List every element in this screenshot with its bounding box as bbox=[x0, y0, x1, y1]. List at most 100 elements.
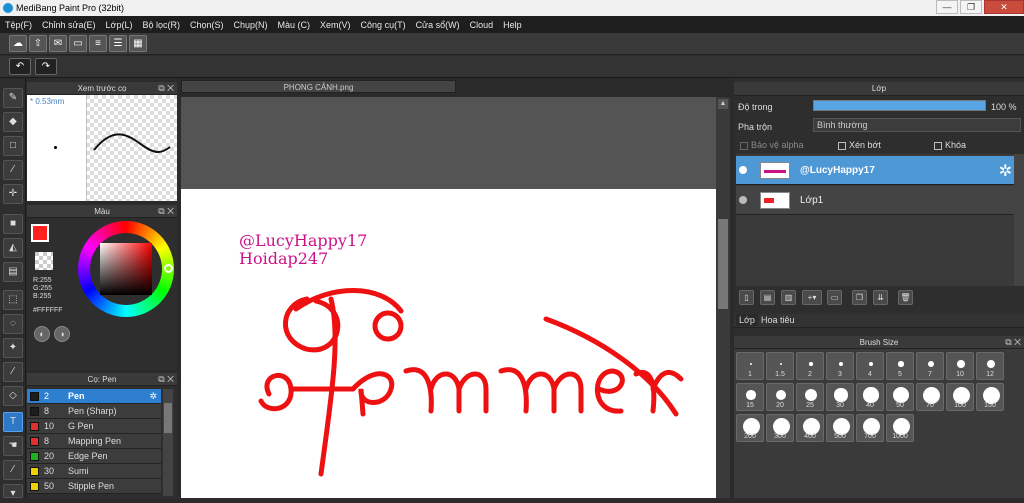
duplicate-layer-icon[interactable]: ❐ bbox=[852, 290, 867, 305]
blend-mode-select[interactable]: Bình thường bbox=[813, 118, 1021, 132]
menu-view[interactable]: Xem(V) bbox=[315, 20, 356, 30]
cloud-icon[interactable]: ☁ bbox=[9, 35, 27, 52]
gradient-tool-icon[interactable]: ▤ bbox=[3, 262, 23, 282]
panel-close-icon[interactable]: ⧉ ✕ bbox=[158, 205, 174, 218]
opacity-slider[interactable] bbox=[813, 100, 986, 111]
tab-layer[interactable]: Lớp bbox=[736, 314, 758, 326]
brush-size-button[interactable]: 12 bbox=[976, 352, 1004, 380]
delete-layer-icon[interactable]: 🗑 bbox=[898, 290, 913, 305]
brush-size-button[interactable]: 30 bbox=[826, 383, 854, 411]
brush-size-button[interactable]: 1 bbox=[736, 352, 764, 380]
brush-item[interactable]: 10 G Pen bbox=[27, 419, 161, 434]
select-eraser-tool-icon[interactable]: ◇ bbox=[3, 386, 23, 406]
brush-size-button[interactable]: 500 bbox=[826, 414, 854, 442]
visibility-eye-icon[interactable] bbox=[739, 196, 747, 204]
background-color-swatch[interactable] bbox=[35, 252, 53, 270]
redo-icon[interactable]: ↷ bbox=[35, 58, 57, 75]
brush-size-button[interactable]: 100 bbox=[946, 383, 974, 411]
brush-list-scrollbar[interactable] bbox=[163, 389, 173, 496]
new-8bit-layer-icon[interactable]: ▥ bbox=[781, 290, 796, 305]
comment-icon[interactable]: ✉ bbox=[49, 35, 67, 52]
minimize-button[interactable]: — bbox=[936, 0, 958, 14]
document-icon[interactable]: ≡ bbox=[89, 35, 107, 52]
lock-checkbox[interactable]: Khóa bbox=[934, 140, 966, 150]
brush-size-button[interactable]: 20 bbox=[766, 383, 794, 411]
eraser-tool-icon[interactable]: ◆ bbox=[3, 112, 23, 132]
clip-checkbox[interactable]: Xén bớt bbox=[838, 140, 881, 150]
eyedropper-tool-icon[interactable]: ⁄ bbox=[3, 460, 23, 480]
brush-size-button[interactable]: 300 bbox=[766, 414, 794, 442]
dot-brush-tool-icon[interactable]: ⁄ bbox=[3, 160, 23, 180]
lasso-tool-icon[interactable]: ◌ bbox=[3, 314, 23, 334]
select-tool-icon[interactable]: ⬚ bbox=[3, 290, 23, 310]
menu-select[interactable]: Chọn(S) bbox=[185, 20, 229, 30]
merge-layer-icon[interactable]: ⇊ bbox=[873, 290, 888, 305]
canvas-scrollbar[interactable]: ▲ bbox=[716, 97, 730, 498]
brush-size-button[interactable]: 5 bbox=[886, 352, 914, 380]
menu-file[interactable]: Tệp(F) bbox=[0, 20, 37, 30]
brush-size-button[interactable]: 2 bbox=[796, 352, 824, 380]
brush-size-button[interactable]: 15 bbox=[736, 383, 764, 411]
maximize-button[interactable]: ❐ bbox=[960, 0, 982, 14]
brush-size-button[interactable]: 50 bbox=[886, 383, 914, 411]
menu-edit[interactable]: Chỉnh sửa(E) bbox=[37, 20, 101, 30]
panel-close-icon[interactable]: ⧉ ✕ bbox=[158, 373, 174, 386]
brush-size-button[interactable]: 1000 bbox=[886, 414, 914, 442]
brush-size-button[interactable]: 700 bbox=[856, 414, 884, 442]
menu-window[interactable]: Cửa sổ(W) bbox=[411, 20, 465, 30]
more-tool-icon[interactable]: ▾ bbox=[3, 484, 23, 499]
folder-icon[interactable]: ▭ bbox=[827, 290, 842, 305]
menu-layer[interactable]: Lớp(L) bbox=[101, 20, 138, 30]
hue-marker[interactable] bbox=[164, 264, 173, 273]
tab-navigator[interactable]: Hoa tiêu bbox=[758, 314, 798, 326]
brush-size-button[interactable]: 25 bbox=[796, 383, 824, 411]
menu-capture[interactable]: Chụp(N) bbox=[229, 20, 273, 30]
foreground-color-swatch[interactable] bbox=[31, 224, 49, 242]
hand-tool-icon[interactable]: ☚ bbox=[3, 436, 23, 456]
fill-rect-tool-icon[interactable]: ■ bbox=[3, 214, 23, 234]
panel-close-icon[interactable]: ⧉ ✕ bbox=[1005, 336, 1021, 349]
brush-size-button[interactable]: 40 bbox=[856, 383, 884, 411]
layer-list-scrollbar[interactable] bbox=[1014, 154, 1024, 286]
brush-size-button[interactable]: 4 bbox=[856, 352, 884, 380]
new-halftone-layer-icon[interactable]: ▤ bbox=[760, 290, 775, 305]
close-button[interactable]: ✕ bbox=[984, 0, 1024, 14]
hue-wheel[interactable] bbox=[78, 221, 174, 317]
list-icon[interactable]: ☰ bbox=[109, 35, 127, 52]
page-icon[interactable]: ▭ bbox=[69, 35, 87, 52]
undo-icon[interactable]: ↶ bbox=[9, 58, 31, 75]
menu-color[interactable]: Màu (C) bbox=[273, 20, 316, 30]
palette-icon[interactable]: ◐ bbox=[34, 326, 50, 342]
panel-close-icon[interactable]: ⧉ ✕ bbox=[158, 82, 174, 95]
brush-item[interactable]: 8 Pen (Sharp) bbox=[27, 404, 161, 419]
brush-item[interactable]: 50 Stipple Pen bbox=[27, 479, 161, 494]
move-tool-icon[interactable]: ✛ bbox=[3, 184, 23, 204]
brush-size-button[interactable]: 3 bbox=[826, 352, 854, 380]
upload-icon[interactable]: ⇧ bbox=[29, 35, 47, 52]
add-layer-menu-icon[interactable]: +▾ bbox=[802, 290, 822, 305]
brush-size-button[interactable]: 150 bbox=[976, 383, 1004, 411]
menu-tools[interactable]: Công cụ(T) bbox=[356, 20, 411, 30]
brush-item[interactable]: 8 Mapping Pen bbox=[27, 434, 161, 449]
brush-size-button[interactable]: 10 bbox=[946, 352, 974, 380]
layer-row-selected[interactable]: @LucyHappy17 ✲ bbox=[736, 156, 1014, 185]
grid-icon[interactable]: ▦ bbox=[129, 35, 147, 52]
brush-item[interactable]: 30 Sumi bbox=[27, 464, 161, 479]
menu-cloud[interactable]: Cloud bbox=[465, 20, 499, 30]
brush-size-button[interactable]: 70 bbox=[916, 383, 944, 411]
text-tool-icon[interactable]: T bbox=[3, 412, 23, 432]
brush-size-button[interactable]: 1.5 bbox=[766, 352, 794, 380]
document-tab[interactable]: PHONG CẢNH.png bbox=[181, 80, 456, 93]
new-layer-icon[interactable]: ▯ bbox=[739, 290, 754, 305]
menu-help[interactable]: Help bbox=[498, 20, 527, 30]
protect-alpha-checkbox[interactable]: Bảo vệ alpha bbox=[740, 140, 804, 150]
rectangle-tool-icon[interactable]: □ bbox=[3, 136, 23, 156]
select-pen-tool-icon[interactable]: ⁄ bbox=[3, 362, 23, 382]
canvas-paper[interactable]: @LucyHappy17 Hoidap247 bbox=[181, 189, 716, 498]
bucket-tool-icon[interactable]: ◭ bbox=[3, 238, 23, 258]
brush-settings-icon[interactable]: ✲ bbox=[149, 389, 157, 403]
visibility-eye-icon[interactable] bbox=[739, 166, 747, 174]
layer-row[interactable]: Lớp1 bbox=[736, 186, 1014, 215]
magic-wand-tool-icon[interactable]: ✦ bbox=[3, 338, 23, 358]
brush-size-button[interactable]: 200 bbox=[736, 414, 764, 442]
